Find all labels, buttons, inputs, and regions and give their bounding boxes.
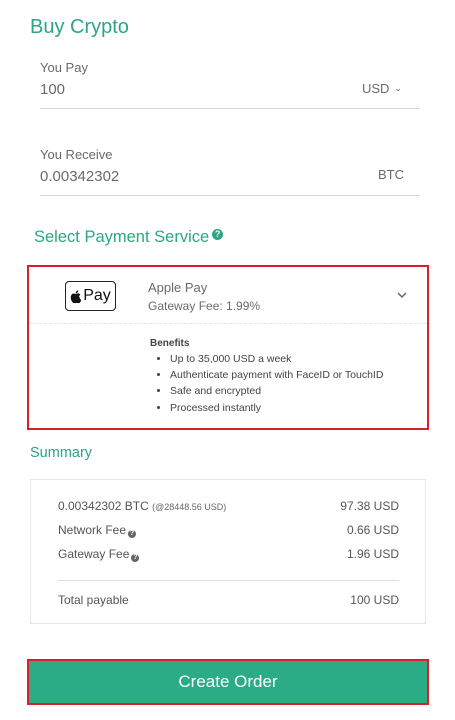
summary-divider: [58, 580, 399, 581]
total-label: Total payable: [58, 593, 129, 607]
page-title: Buy Crypto: [30, 16, 129, 38]
summary-card: 0.00342302 BTC (@28448.56 USD) 97.38 USD…: [30, 479, 426, 624]
network-fee-label-wrap: Network Fee?: [58, 523, 137, 538]
you-receive-label: You Receive: [40, 147, 113, 162]
question-icon[interactable]: ?: [212, 229, 224, 240]
create-order-label: Create Order: [178, 672, 278, 691]
you-receive-amount: 0.00342302: [40, 168, 120, 185]
summary-btc-label: 0.00342302 BTC (@28448.56 USD): [58, 499, 226, 513]
summary-row-network-fee: Network Fee? 0.66 USD: [58, 523, 399, 539]
apple-pay-logo-text: Pay: [83, 287, 111, 304]
summary-title: Summary: [30, 445, 93, 461]
you-pay-currency-select[interactable]: USD ⌄: [362, 81, 402, 96]
chevron-down-icon[interactable]: [395, 288, 409, 302]
payment-section-label: Select Payment Service: [34, 228, 210, 246]
benefits-list: Up to 35,000 USD a week Authenticate pay…: [150, 351, 383, 416]
gateway-fee-value: 1.96 USD: [346, 547, 399, 561]
benefit-item: Authenticate payment with FaceID or Touc…: [170, 367, 383, 383]
you-pay-currency-label: USD: [362, 81, 390, 96]
summary-btc-value: 97.38 USD: [340, 499, 399, 513]
you-pay-field: You Pay 100 USD ⌄: [40, 58, 420, 109]
question-icon[interactable]: ?: [131, 554, 140, 562]
payment-service-card: Pay Apple Pay Gateway Fee: 1.99% Benefit…: [27, 265, 429, 430]
benefits-title: Benefits: [150, 338, 190, 349]
you-pay-label: You Pay: [40, 60, 88, 75]
apple-pay-logo: Pay: [65, 281, 116, 311]
payment-name: Apple Pay: [148, 280, 208, 295]
payment-section-title: Select Payment Service?: [34, 228, 224, 247]
summary-row-gateway-fee: Gateway Fee? 1.96 USD: [58, 547, 399, 563]
network-fee-value: 0.66 USD: [346, 523, 399, 537]
summary-btc-rate: (@28448.56 USD): [152, 502, 227, 512]
create-order-button[interactable]: Create Order: [27, 659, 429, 705]
benefit-item: Safe and encrypted: [170, 383, 383, 399]
payment-option-apple-pay[interactable]: Pay Apple Pay Gateway Fee: 1.99%: [29, 267, 427, 324]
summary-row-total: Total payable 100 USD: [58, 593, 399, 609]
summary-row-btc: 0.00342302 BTC (@28448.56 USD) 97.38 USD: [58, 499, 399, 515]
you-receive-currency: BTC: [378, 167, 404, 182]
network-fee-label: Network Fee: [58, 523, 127, 537]
summary-btc-amount: 0.00342302 BTC: [58, 499, 149, 513]
payment-fee: Gateway Fee: 1.99%: [148, 299, 261, 313]
apple-logo-icon: [70, 289, 82, 303]
benefits-panel: Benefits Up to 35,000 USD a week Authent…: [150, 338, 383, 416]
total-value: 100 USD: [350, 593, 399, 607]
benefit-item: Up to 35,000 USD a week: [170, 351, 383, 367]
chevron-down-icon: ⌄: [394, 83, 402, 93]
question-icon[interactable]: ?: [128, 530, 137, 538]
you-pay-amount-input[interactable]: 100: [40, 81, 65, 98]
benefit-item: Processed instantly: [170, 400, 383, 416]
you-receive-field: You Receive 0.00342302 BTC: [40, 145, 420, 196]
gateway-fee-label-wrap: Gateway Fee?: [58, 547, 140, 562]
gateway-fee-label: Gateway Fee: [58, 547, 130, 561]
